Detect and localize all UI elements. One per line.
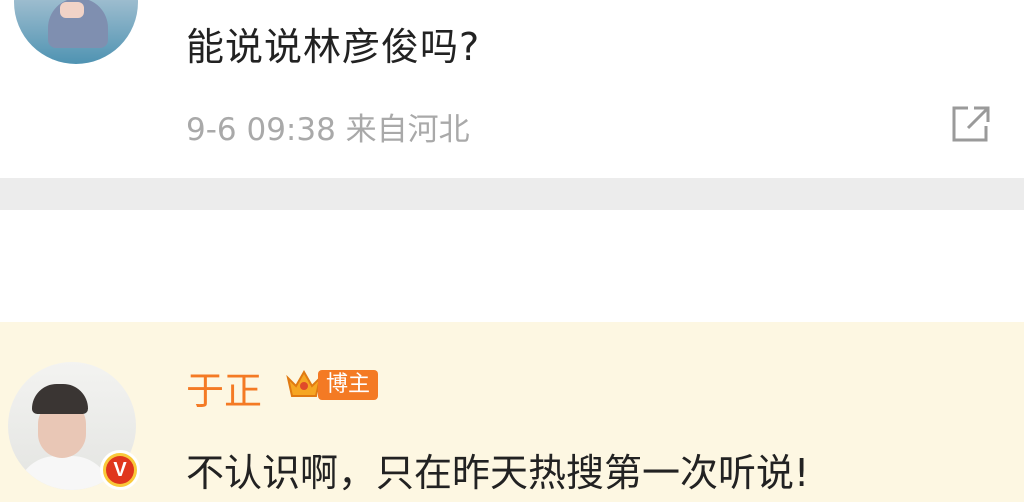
section-divider: [0, 178, 1024, 210]
owner-badge: 博主: [318, 370, 379, 400]
share-external-icon[interactable]: [948, 104, 992, 144]
comment-post: 能说说林彦俊吗? 9-6 09:38 来自河北: [0, 0, 1024, 178]
blank-space: [0, 210, 1024, 322]
avatar-shirt: [16, 456, 112, 490]
comment-meta: 9-6 09:38 来自河北: [186, 112, 470, 148]
author-reply: V 于正 博主 不认识啊，只在昨天热搜第一次听说!: [0, 322, 1024, 502]
avatar-hair: [32, 384, 88, 414]
commenter-avatar[interactable]: [14, 0, 138, 64]
author-username[interactable]: 于正: [186, 360, 262, 415]
reply-text: 不认识啊，只在昨天热搜第一次听说!: [186, 451, 810, 495]
comment-text: 能说说林彦俊吗?: [186, 25, 481, 69]
verified-v-icon: V: [100, 450, 140, 490]
avatar-figure-detail: [60, 2, 84, 18]
